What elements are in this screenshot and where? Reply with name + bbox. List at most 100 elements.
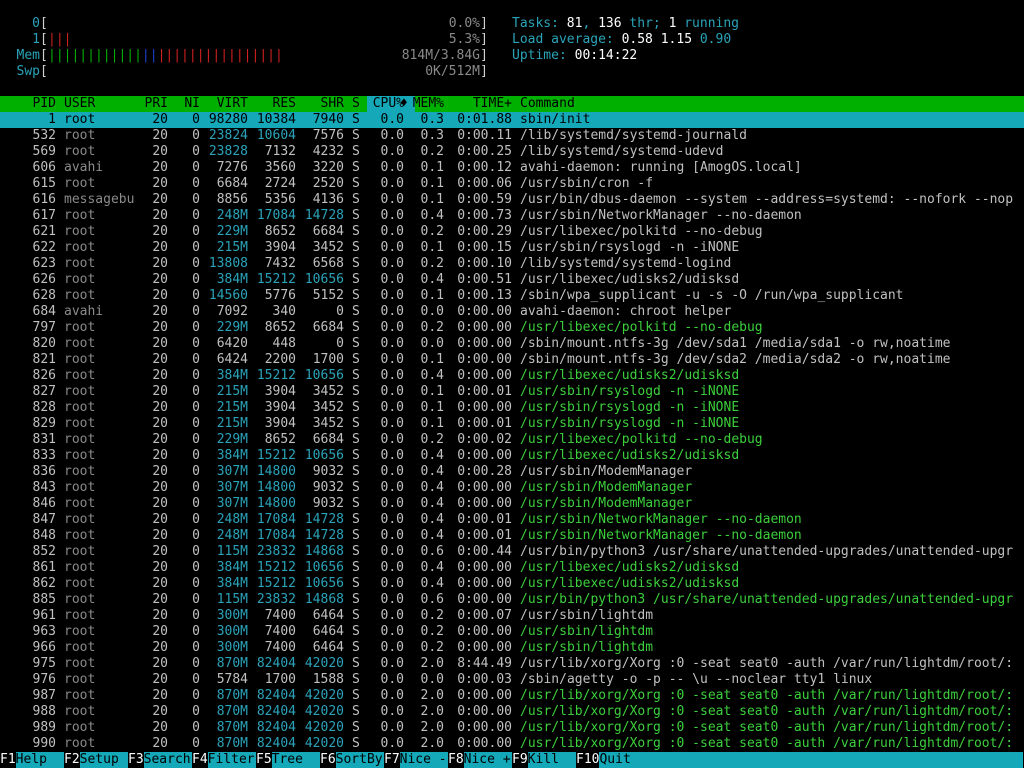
- process-mem: 0.4: [420, 576, 444, 591]
- process-row[interactable]: 616 messagebu 20 0 8856 5356 4136 S 0.0 0.1 0:00.5…: [0, 192, 1024, 208]
- footer-f7-button[interactable]: F7Nice -: [384, 752, 448, 768]
- process-row[interactable]: 821 root 20 0 6424 2200 1700 S 0.0 0.1 0:00.00/sbi…: [0, 352, 1024, 368]
- process-row[interactable]: 989 root 20 0 870M 82404 42020 S 0.0 2.0 0:00.00/u…: [0, 720, 1024, 736]
- footer-f6-button[interactable]: F6SortBy: [320, 752, 384, 768]
- process-row[interactable]: 885 root 20 0 115M 23832 14868 S 0.0 0.6 0:00.00/u…: [0, 592, 1024, 608]
- process-row[interactable]: 628 root 20 0 14560 5776 5152 S 0.0 0.1 0:00.13/sb…: [0, 288, 1024, 304]
- process-shr: 10656: [304, 560, 344, 575]
- process-mem: 2.0: [420, 704, 444, 719]
- function-label: Kill: [527, 752, 576, 768]
- footer-f5-button[interactable]: F5Tree: [256, 752, 320, 768]
- process-user: root: [64, 464, 96, 479]
- process-user: root: [64, 528, 96, 543]
- process-row[interactable]: 606 avahi 20 0 7276 3560 3220 S 0.0 0.1 0:00.12 ava…: [0, 160, 1024, 176]
- process-row[interactable]: 987 root 20 0 870M 82404 42020 S 0.0 2.0 0:00.00/u…: [0, 688, 1024, 704]
- column-header-mem[interactable]: MEM%: [408, 96, 444, 112]
- process-row[interactable]: 961 root 20 0 300M 7400 6464 S 0.0 0.2 0:00.07/usr…: [0, 608, 1024, 624]
- process-row[interactable]: 827 root 20 0 215M 3904 3452 S 0.0 0.1 0:00.01/usr…: [0, 384, 1024, 400]
- process-row[interactable]: 623 root 20 0 13808 7432 6568 S 0.0 0.2 0:00.10/li…: [0, 256, 1024, 272]
- column-header-virt[interactable]: VIRT: [200, 96, 248, 112]
- process-virt: 384M: [216, 368, 248, 383]
- process-row[interactable]: 846 root 20 0 307M 14800 9032 S 0.0 0.4 0:00.00/us…: [0, 496, 1024, 512]
- footer-f3-button[interactable]: F3Search: [128, 752, 192, 768]
- process-row[interactable]: 615 root 20 0 6684 2724 2520 S 0.0 0.1 0:00.06/usr…: [0, 176, 1024, 192]
- process-cpu: 0.0: [380, 528, 404, 543]
- process-mem: 0.2: [420, 320, 444, 335]
- process-ni: 0: [192, 608, 200, 623]
- column-header-res[interactable]: RES: [248, 96, 296, 112]
- process-row[interactable]: 626 root 20 0 384M 15212 10656 S 0.0 0.4 0:00.51/u…: [0, 272, 1024, 288]
- process-row[interactable]: 975 root 20 0 870M 82404 42020 S 0.0 2.0 8:44.49/u…: [0, 656, 1024, 672]
- column-header-cpu[interactable]: CPU%: [368, 96, 404, 112]
- process-mem: 0.6: [420, 592, 444, 607]
- process-cpu: 0.0: [380, 208, 404, 223]
- process-row[interactable]: 820 root 20 0 6420 448 0 S 0.0 0.0 0:00.00/sbin/mo…: [0, 336, 1024, 352]
- process-pri: 20: [152, 688, 168, 703]
- process-row[interactable]: 966 root 20 0 300M 7400 6464 S 0.0 0.2 0:00.00/usr…: [0, 640, 1024, 656]
- process-row[interactable]: 1 root 20 0 98280 10384 7940 S 0.0 0.3 0:01.88 sbin…: [0, 112, 1024, 128]
- footer-f10-button[interactable]: F10Quit: [576, 752, 1024, 768]
- process-row[interactable]: 826 root 20 0 384M 15212 10656 S 0.0 0.4 0:00.00/u…: [0, 368, 1024, 384]
- process-res: 82404: [256, 704, 296, 719]
- process-command: sbin/init: [520, 112, 591, 127]
- process-pid: 615: [32, 176, 56, 191]
- process-virt: 8856: [216, 192, 248, 207]
- column-header-s[interactable]: S: [352, 96, 362, 112]
- column-header-time[interactable]: TIME+: [448, 96, 512, 112]
- column-header-pid[interactable]: PID: [8, 96, 56, 112]
- process-row[interactable]: 976 root 20 0 5784 1700 1588 S 0.0 0.0 0:00.03/sbi…: [0, 672, 1024, 688]
- process-time: 0:00.29: [457, 224, 512, 239]
- process-row[interactable]: 861 root 20 0 384M 15212 10656 S 0.0 0.4 0:00.00/u…: [0, 560, 1024, 576]
- process-row[interactable]: 831 root 20 0 229M 8652 6684 S 0.0 0.2 0:00.02/usr…: [0, 432, 1024, 448]
- footer-f4-button[interactable]: F4Filter: [192, 752, 256, 768]
- column-header-pri[interactable]: PRI: [136, 96, 168, 112]
- load-average-line: Load average: 0.58 1.15 0.90: [512, 32, 731, 48]
- process-row[interactable]: 963 root 20 0 300M 7400 6464 S 0.0 0.2 0:00.00/usr…: [0, 624, 1024, 640]
- process-ni: 0: [192, 672, 200, 687]
- process-row[interactable]: 833 root 20 0 384M 15212 10656 S 0.0 0.4 0:00.00/u…: [0, 448, 1024, 464]
- process-mem: 0.4: [420, 480, 444, 495]
- process-shr: 14728: [304, 528, 344, 543]
- footer-f1-button[interactable]: F1Help: [0, 752, 64, 768]
- process-row[interactable]: 852 root 20 0 115M 23832 14868 S 0.0 0.6 0:00.44/u…: [0, 544, 1024, 560]
- process-row[interactable]: 617 root 20 0 248M 17084 14728 S 0.0 0.4 0:00.73/u…: [0, 208, 1024, 224]
- process-ni: 0: [192, 176, 200, 191]
- process-row[interactable]: 684 avahi 20 0 7092 340 0 S 0.0 0.0 0:00.00 avahi-d…: [0, 304, 1024, 320]
- process-row[interactable]: 532 root 20 0 23824 10604 7576 S 0.0 0.3 0:00.11/l…: [0, 128, 1024, 144]
- process-row[interactable]: 988 root 20 0 870M 82404 42020 S 0.0 2.0 0:00.00/u…: [0, 704, 1024, 720]
- process-row[interactable]: 828 root 20 0 215M 3904 3452 S 0.0 0.1 0:00.00/usr…: [0, 400, 1024, 416]
- process-row[interactable]: 621 root 20 0 229M 8652 6684 S 0.0 0.2 0:00.29/usr…: [0, 224, 1024, 240]
- process-row[interactable]: 843 root 20 0 307M 14800 9032 S 0.0 0.4 0:00.00/us…: [0, 480, 1024, 496]
- footer-f8-button[interactable]: F8Nice +: [448, 752, 512, 768]
- process-pri: 20: [152, 256, 168, 271]
- process-row[interactable]: 990 root 20 0 870M 82404 42020 S 0.0 2.0 0:00.00/u…: [0, 736, 1024, 752]
- column-header-user[interactable]: USER: [64, 96, 144, 112]
- column-header-command[interactable]: Command: [520, 96, 1024, 112]
- process-row[interactable]: 622 root 20 0 215M 3904 3452 S 0.0 0.1 0:00.15/usr…: [0, 240, 1024, 256]
- function-key: F4: [192, 752, 208, 767]
- process-row[interactable]: 848 root 20 0 248M 17084 14728 S 0.0 0.4 0:00.01/u…: [0, 528, 1024, 544]
- process-row[interactable]: 847 root 20 0 248M 17084 14728 S 0.0 0.4 0:00.01/u…: [0, 512, 1024, 528]
- process-shr: 10656: [304, 272, 344, 287]
- function-key: F9: [512, 752, 528, 767]
- process-shr: 4232: [312, 144, 344, 159]
- process-virt: 300M: [216, 640, 248, 655]
- process-row[interactable]: 836 root 20 0 307M 14800 9032 S 0.0 0.4 0:00.28/us…: [0, 464, 1024, 480]
- column-header-ni[interactable]: NI: [170, 96, 200, 112]
- process-row[interactable]: 797 root 20 0 229M 8652 6684 S 0.0 0.2 0:00.00/usr…: [0, 320, 1024, 336]
- process-row[interactable]: 569 root 20 0 23828 7132 4232 S 0.0 0.2 0:00.25/li…: [0, 144, 1024, 160]
- process-virt: 115M: [216, 592, 248, 607]
- process-user: root: [64, 240, 96, 255]
- process-res: 17084: [256, 528, 296, 543]
- process-mem: 2.0: [420, 720, 444, 735]
- process-shr: 42020: [304, 704, 344, 719]
- process-s: S: [352, 544, 360, 559]
- process-virt: 229M: [216, 320, 248, 335]
- process-pri: 20: [152, 528, 168, 543]
- process-pri: 20: [152, 608, 168, 623]
- footer-f2-button[interactable]: F2Setup: [64, 752, 128, 768]
- footer-f9-button[interactable]: F9Kill: [512, 752, 576, 768]
- process-row[interactable]: 862 root 20 0 384M 15212 10656 S 0.0 0.4 0:00.00/u…: [0, 576, 1024, 592]
- process-row[interactable]: 829 root 20 0 215M 3904 3452 S 0.0 0.1 0:00.01/usr…: [0, 416, 1024, 432]
- column-header-shr[interactable]: SHR: [296, 96, 344, 112]
